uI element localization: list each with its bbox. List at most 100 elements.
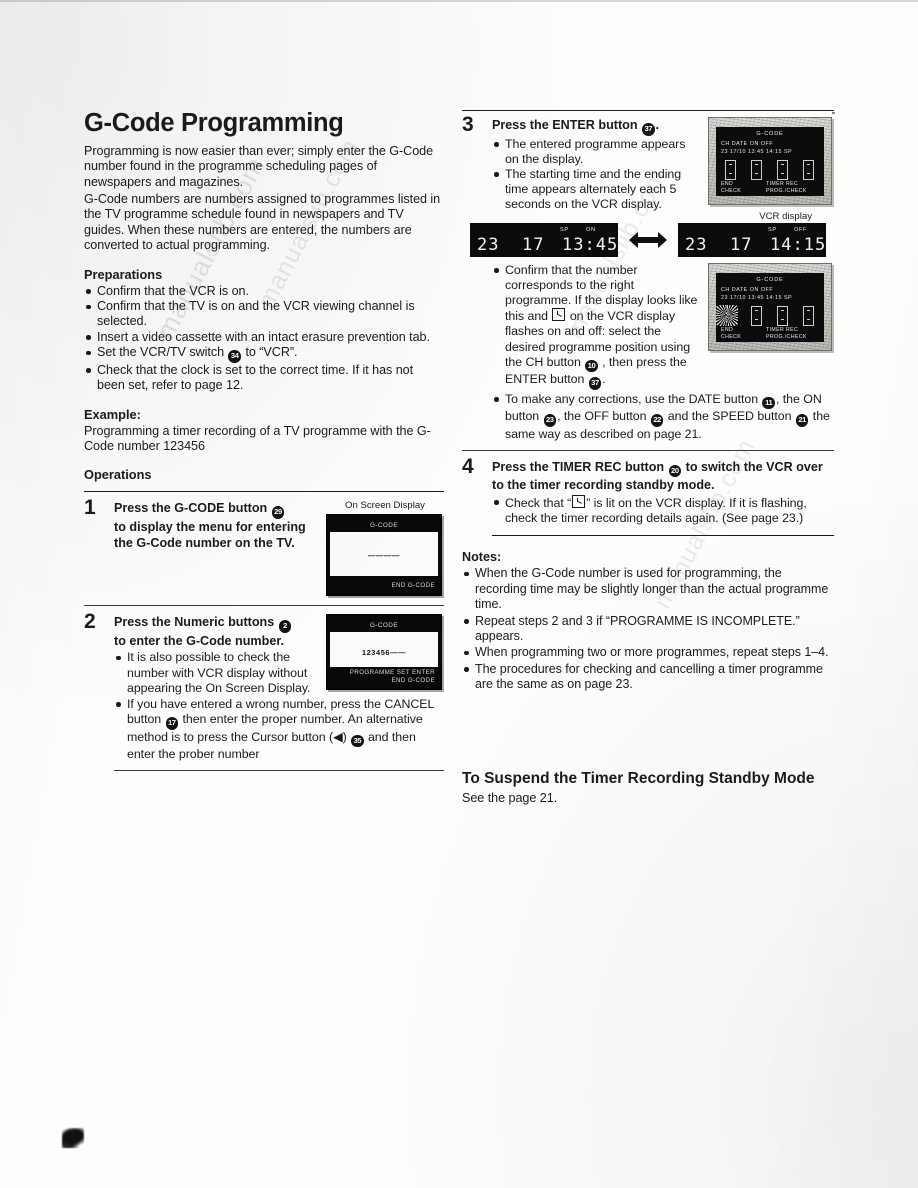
button-reference-badge: 37 xyxy=(642,123,655,136)
lcd-flashing-channel-indicator xyxy=(716,304,738,326)
step-2-heading-b: to enter the G-Code number. xyxy=(114,633,285,648)
example-heading: Example: xyxy=(84,406,141,422)
lcd-box xyxy=(803,305,814,326)
button-reference-badge: 2 xyxy=(278,620,292,633)
intro-paragraph-2: G-Code numbers are numbers assigned to p… xyxy=(84,191,441,253)
step-3-heading: Press the ENTER button 37. xyxy=(492,117,702,136)
divider xyxy=(84,605,444,607)
display-channel: 23 xyxy=(477,234,500,255)
list-item: The procedures for checking and cancelli… xyxy=(462,662,834,693)
divider xyxy=(462,449,834,451)
on-screen-display-figure-2: G-CODE 123456—— PROGRAMME SET ENTER END … xyxy=(326,614,444,696)
step-1-heading-b: to display the menu for entering the G-C… xyxy=(114,519,306,551)
lcd-footer-timerrec: TIMER REC xyxy=(766,326,799,333)
vcr-display-right: SP OFF 23 17 14:15 xyxy=(678,222,826,257)
osd-bottom-label-2: END G-CODE xyxy=(391,677,435,685)
osd-bottom-label-1: PROGRAMME SET ENTER xyxy=(349,669,435,677)
step-4-heading: Press the TIMER REC button 20 to switch … xyxy=(492,459,834,494)
osd-top-label: G-CODE xyxy=(327,615,441,633)
vcr-display-figure: VCR display SP ON 23 17 13:45 SP OFF 23 … xyxy=(462,211,834,257)
vcr-display-left: SP ON 23 17 13:45 xyxy=(470,222,618,257)
scanned-manual-page: manualslib.com manualslib.com manualslib… xyxy=(0,0,918,1188)
display-channel: 23 xyxy=(685,234,708,255)
list-item: When the G-Code number is used for progr… xyxy=(462,566,834,612)
lcd-footer-end: END xyxy=(721,326,734,333)
divider xyxy=(492,535,834,537)
lcd-title: G-CODE xyxy=(756,131,784,137)
list-item-tail: to “VCR”. xyxy=(245,345,298,360)
osd-bottom-band: END G-CODE xyxy=(327,576,441,596)
divider xyxy=(84,491,444,493)
example-text: Programming a timer recording of a TV pr… xyxy=(84,423,431,453)
lcd-box xyxy=(803,160,814,180)
step-number: 2 xyxy=(84,610,96,634)
suspend-text: See the page 21. xyxy=(462,790,558,805)
timer-icon xyxy=(552,308,566,322)
vcr-panel-figure-1: G-CODE CH DATE ON OFF 23 17/10 13:45 14:… xyxy=(708,117,834,213)
step-number: 3 xyxy=(462,113,474,136)
suspend-heading: To Suspend the Timer Recording Standby M… xyxy=(462,769,815,787)
vcr-display-caption: VCR display xyxy=(759,210,812,222)
confirm-text-d: . xyxy=(602,372,606,387)
display-tag-speed: SP xyxy=(768,226,777,233)
vcr-front-panel-photo-flashing: G-CODE CH DATE ON OFF 23 17/10 13:45 14:… xyxy=(708,262,832,351)
step-3-heading-b: . xyxy=(655,118,660,132)
step-3-corrections: To make any corrections, use the DATE bu… xyxy=(492,392,834,442)
step-4-heading-a: Press the TIMER REC button xyxy=(492,459,665,474)
button-reference-badge: 11 xyxy=(762,396,775,410)
button-reference-badge: 23 xyxy=(543,414,557,427)
vcr-panel-figure-2: G-CODE CH DATE ON OFF 23 17/10 13:45 14:… xyxy=(708,262,834,390)
scan-edge-mark xyxy=(0,0,918,2)
tv-screen-mock: G-CODE ———— END G-CODE xyxy=(326,514,442,597)
step-2: 2 Press the Numeric buttons 2 to enter t… xyxy=(84,610,444,772)
preparations-list: Confirm that the VCR is on. Confirm that… xyxy=(84,284,444,394)
display-time: 14:15 xyxy=(770,234,826,255)
osd-bottom-band: PROGRAMME SET ENTER END G-CODE xyxy=(327,667,441,690)
list-item: The starting time and the ending time ap… xyxy=(492,167,702,213)
list-item: The entered programme appears on the dis… xyxy=(492,137,702,167)
display-time: 13:45 xyxy=(562,234,618,255)
notes-heading: Notes: xyxy=(462,550,502,565)
osd-entry-field: ———— xyxy=(368,550,400,560)
osd-entered-number: 123456—— xyxy=(361,647,407,657)
step-1-heading: Press the G-CODE button 29 to display th… xyxy=(114,500,320,552)
lcd-box xyxy=(751,305,762,326)
lcd-footer-end: END xyxy=(721,181,734,187)
lcd-box xyxy=(777,160,788,180)
intro-paragraph-1: Programming is now easier than ever; sim… xyxy=(84,143,434,189)
button-reference-badge: 29 xyxy=(271,506,285,519)
list-item: Confirm that the VCR is on. xyxy=(84,284,444,299)
list-item: To make any corrections, use the DATE bu… xyxy=(492,392,834,442)
alternation-arrow-icon xyxy=(625,227,671,253)
notes-section: Notes: When the G-Code number is used fo… xyxy=(462,550,834,692)
display-tag-mode: ON xyxy=(586,226,596,233)
step-2-bullets-continued: If you have entered a wrong number, pres… xyxy=(114,697,444,762)
lcd-footer-progcheck: PROG./CHECK xyxy=(766,188,807,194)
list-item: Set the VCR/TV switch 34 to “VCR”. xyxy=(84,345,444,363)
step-3-confirm-bullets: Confirm that the number corresponds to t… xyxy=(492,263,702,390)
display-tag-mode: OFF xyxy=(794,226,807,233)
button-reference-badge: 10 xyxy=(585,359,598,373)
vcr-front-panel-photo: G-CODE CH DATE ON OFF 23 17/10 13:45 14:… xyxy=(708,117,832,205)
divider xyxy=(114,770,444,772)
lcd-footer-check: CHECK xyxy=(721,333,742,340)
osd-caption: On Screen Display xyxy=(345,500,425,512)
divider xyxy=(462,110,834,111)
step-2-bullets: It is also possible to check the number … xyxy=(114,650,320,696)
button-reference-badge: 21 xyxy=(795,414,809,427)
lcd-footer-timerrec: TIMER REC xyxy=(766,181,799,187)
step-2-heading-a: Press the Numeric buttons xyxy=(114,615,275,630)
step-3: 3 Press the ENTER button 37. The entered… xyxy=(462,113,834,213)
step-number: 4 xyxy=(462,454,474,478)
button-reference-badge: 37 xyxy=(588,377,602,390)
step-3-bullets: The entered programme appears on the dis… xyxy=(492,137,702,213)
display-date: 17 xyxy=(522,234,545,255)
step-4-bullet-a: Check that “ xyxy=(505,495,572,510)
list-item: Confirm that the TV is on and the VCR vi… xyxy=(84,299,444,330)
button-reference-badge: 20 xyxy=(668,464,682,478)
operations-heading: Operations xyxy=(84,467,152,483)
right-column: 3 Press the ENTER button 37. The entered… xyxy=(462,110,834,808)
suspend-section: To Suspend the Timer Recording Standby M… xyxy=(462,769,834,806)
lcd-indicator-boxes xyxy=(723,160,817,180)
lcd-box xyxy=(751,160,762,180)
